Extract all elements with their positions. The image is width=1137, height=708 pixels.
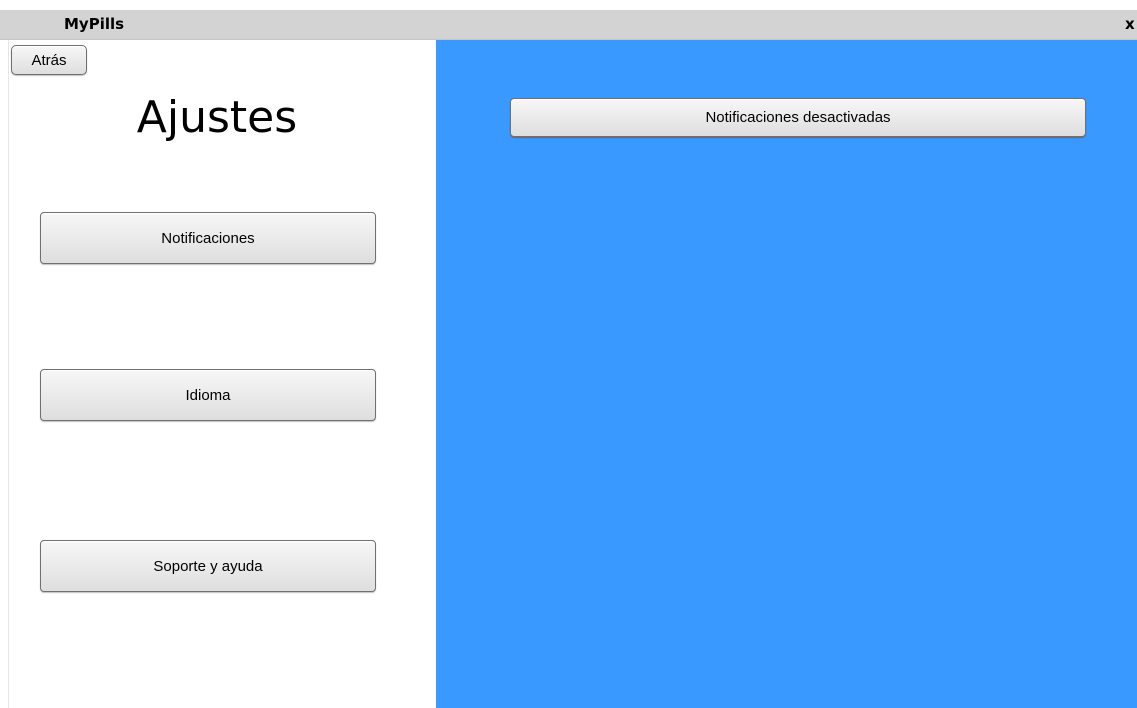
language-button[interactable]: Idioma bbox=[40, 369, 376, 421]
title-bar: MyPills x bbox=[0, 10, 1137, 40]
settings-detail-panel bbox=[436, 40, 1137, 708]
notifications-toggle-button[interactable]: Notificaciones desactivadas bbox=[510, 98, 1086, 137]
support-help-button[interactable]: Soporte y ayuda bbox=[40, 540, 376, 592]
app-title: MyPills bbox=[64, 15, 125, 33]
page-title: Ajustes bbox=[136, 92, 298, 143]
notifications-button[interactable]: Notificaciones bbox=[40, 212, 376, 264]
app-window: MyPills x Atrás Ajustes Notificaciones I… bbox=[0, 0, 1137, 708]
close-button[interactable]: x bbox=[1125, 15, 1137, 35]
back-button[interactable]: Atrás bbox=[11, 45, 87, 75]
